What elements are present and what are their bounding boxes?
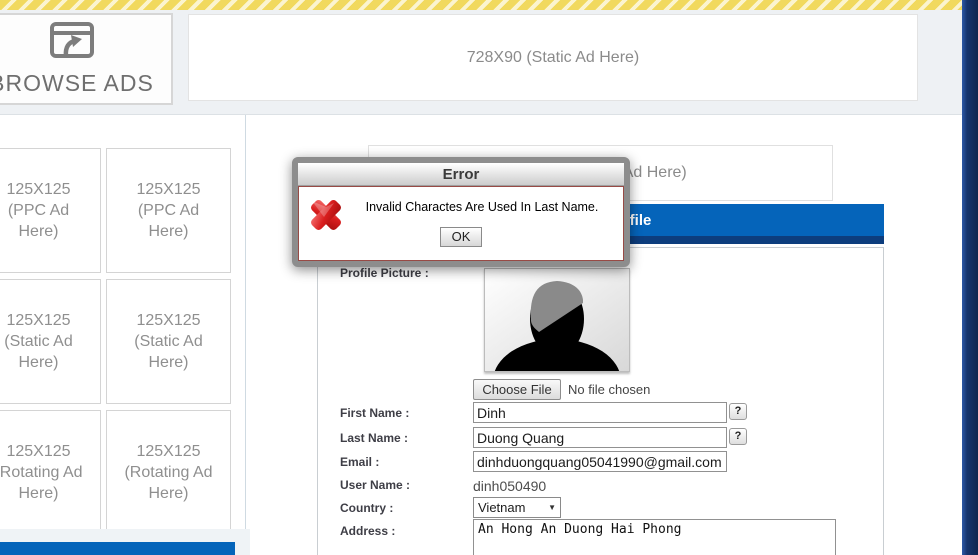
browse-ads-icon: [49, 21, 95, 66]
last-name-label: Last Name :: [340, 431, 409, 445]
email-label: Email :: [340, 455, 380, 469]
address-textarea[interactable]: An Hong An Duong Hai Phong: [473, 519, 836, 555]
sidebar-divider: [245, 115, 246, 555]
country-selected-value: Vietnam: [478, 500, 526, 515]
first-name-input[interactable]: [473, 402, 727, 423]
error-dialog-titlebar[interactable]: Error: [298, 163, 624, 186]
sidebar-section-header: [0, 542, 235, 555]
last-name-input[interactable]: [473, 427, 727, 448]
ok-button[interactable]: OK: [440, 227, 482, 247]
choose-file-button[interactable]: Choose File: [473, 379, 561, 400]
error-x-icon: [308, 193, 344, 235]
sidebar-ad-placeholder: 125X125 (Rotating Ad Here): [0, 410, 101, 535]
country-label: Country :: [340, 501, 394, 515]
hazard-stripe: [0, 0, 962, 10]
sidebar-ad-placeholder: 125X125 (Rotating Ad Here): [106, 410, 231, 535]
first-name-help-button[interactable]: ?: [729, 403, 747, 420]
browse-ads-label: BROWSE ADS: [0, 70, 154, 96]
choose-file-label: Choose File: [482, 382, 552, 397]
last-name-help-button[interactable]: ?: [729, 428, 747, 445]
browse-ads-button[interactable]: BROWSE ADS: [0, 13, 173, 105]
country-select[interactable]: Vietnam ▼: [473, 497, 561, 518]
address-label: Address :: [340, 524, 396, 538]
error-dialog-body: Invalid Charactes Are Used In Last Name.…: [298, 186, 624, 261]
user-name-value: dinh050490: [473, 478, 547, 494]
error-message: Invalid Charactes Are Used In Last Name.: [365, 200, 599, 214]
ad-728-text: 728X90 (Static Ad Here): [466, 48, 640, 66]
leaderboard-ad-placeholder: 728X90 (Static Ad Here): [188, 14, 918, 101]
no-file-chosen-text: No file chosen: [568, 382, 651, 397]
sidebar-ad-placeholder: 125X125 (PPC Ad Here): [106, 148, 231, 273]
email-input[interactable]: [473, 451, 727, 472]
sidebar-ad-placeholder: 125X125 (Static Ad Here): [0, 279, 101, 404]
error-dialog: Error Invalid Charactes Are Used In Last…: [292, 157, 630, 267]
profile-picture: [484, 268, 630, 423]
chevron-down-icon: ▼: [548, 503, 556, 512]
first-name-label: First Name :: [340, 406, 410, 420]
user-name-label: User Name :: [340, 478, 411, 492]
error-dialog-title: Error: [442, 165, 480, 183]
profile-picture-label: Profile Picture :: [340, 266, 429, 280]
sidebar-ad-placeholder: 125X125 (Static Ad Here): [106, 279, 231, 404]
right-background-band: [962, 0, 978, 555]
sidebar-ad-placeholder: 125X125 (PPC Ad Here): [0, 148, 101, 273]
page: BROWSE ADS 728X90 (Static Ad Here) 125X1…: [0, 0, 978, 555]
